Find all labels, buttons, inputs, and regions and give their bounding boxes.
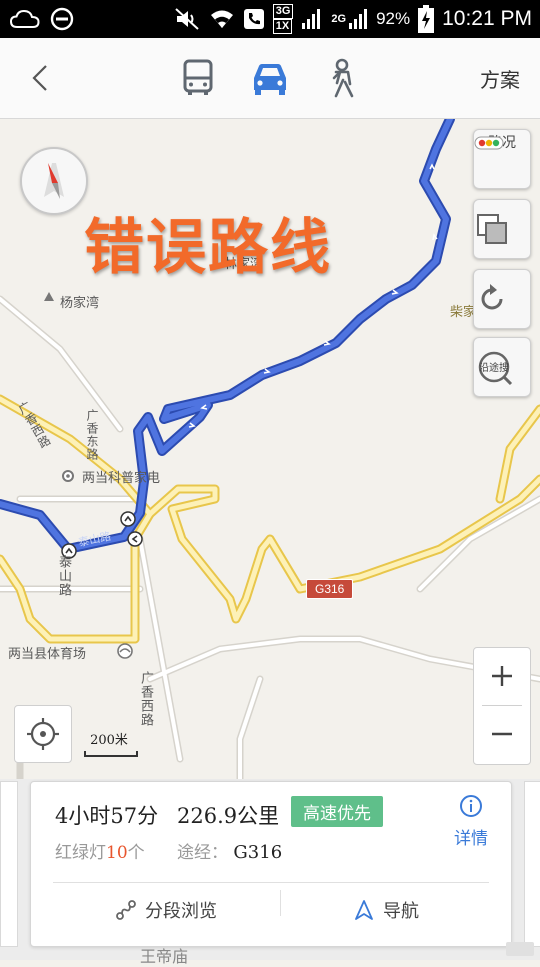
search-along-button[interactable]: 沿途搜 (473, 337, 531, 397)
phone-icon (243, 9, 264, 29)
place-label-yangjiawan: 杨家湾 (60, 296, 100, 311)
zoom-in-button[interactable] (474, 648, 530, 705)
network-1x-label: 1X (272, 19, 293, 34)
info-icon (460, 795, 482, 817)
road-label-taishan: 泰山路 (56, 555, 71, 597)
place-label-stadium: 两当县体育场 (8, 647, 87, 662)
next-route-card[interactable] (524, 781, 540, 947)
card-divider (53, 882, 489, 883)
cloud-icon (10, 9, 40, 28)
route-panel: 4小时57分 226.9公里 高速优先 红绿灯10个 途经： G316 详情 分… (0, 779, 540, 966)
clock: 10:21 PM (442, 7, 532, 30)
plan-button[interactable]: 方案 (480, 64, 520, 93)
lights-prefix: 红绿灯 (55, 843, 106, 863)
lights-suffix: 个 (127, 843, 145, 863)
traffic-lights-info: 红绿灯10个 (55, 838, 145, 863)
route-mode-bar: 方案 (0, 38, 540, 119)
signal-icon (302, 9, 321, 29)
wifi-icon (210, 10, 233, 28)
locate-button[interactable] (14, 705, 72, 763)
road-label-guangxiang-west-bottom: 广香西路 (138, 671, 153, 727)
do-not-disturb-icon (50, 7, 74, 31)
button-divider (280, 890, 281, 916)
map-view[interactable]: 林家湾 杨家湾 柴家窑 两当科普家电 两当县体育场 广香东路 广香西路 广香西路… (0, 119, 540, 779)
battery-percent: 92% (376, 9, 411, 28)
via-road: G316 (233, 842, 283, 863)
via-info: 途经： G316 (177, 838, 282, 863)
status-bar: 3G 1X 2G 92% 10:21 PM (0, 0, 540, 38)
zoom-control (473, 647, 531, 765)
compass-icon (44, 163, 64, 199)
network-3g: 3G 1X (272, 4, 294, 34)
mute-icon (175, 8, 199, 30)
traffic-light-icon (474, 136, 504, 150)
lights-count: 10 (106, 843, 128, 863)
previous-route-card[interactable] (0, 781, 18, 947)
network-3g-label: 3G (272, 4, 294, 19)
map-peek-label: 王帝庙 (140, 947, 189, 966)
route-preference-badge: 高速优先 (291, 796, 383, 827)
village-poi-icon (44, 292, 54, 301)
layers-button[interactable] (473, 199, 531, 259)
compass-button[interactable] (20, 147, 88, 215)
crosshair-icon (27, 718, 59, 750)
bus-mode-icon[interactable] (176, 56, 220, 100)
place-label-shop: 两当科普家电 (82, 471, 161, 486)
overlay-title: 错误路线 (84, 213, 332, 283)
segment-icon (116, 900, 136, 920)
segment-browse-label: 分段浏览 (145, 901, 217, 922)
signal-2g-icon (349, 9, 368, 29)
navigate-button[interactable]: 导航 (353, 894, 419, 926)
via-label: 途经： (177, 843, 228, 863)
search-along-label: 沿途搜 (479, 361, 509, 374)
route-duration: 4小时57分 (55, 804, 159, 828)
refresh-button[interactable] (473, 269, 531, 329)
highway-shield-g316: G316 (306, 579, 354, 599)
segment-browse-button[interactable]: 分段浏览 (115, 894, 217, 926)
battery-charging-icon (418, 5, 435, 33)
network-2g-label: 2G (331, 13, 347, 25)
zoom-out-button[interactable] (474, 706, 530, 763)
scale-bar (84, 751, 138, 757)
walk-mode-icon[interactable] (320, 56, 364, 100)
refresh-icon (481, 284, 503, 310)
watermark (506, 942, 534, 956)
route-card[interactable]: 4小时57分 226.9公里 高速优先 红绿灯10个 途经： G316 详情 分… (30, 781, 512, 947)
detail-button[interactable]: 详情 (443, 794, 499, 849)
back-button[interactable] (24, 58, 60, 98)
search-along-icon: 沿途搜 (478, 351, 513, 386)
car-mode-icon[interactable] (248, 56, 292, 100)
detail-label: 详情 (454, 829, 488, 849)
traffic-button[interactable]: 路况 (473, 129, 531, 189)
route-distance: 226.9公里 (177, 804, 280, 828)
scale-label: 200米 (90, 733, 128, 748)
layers-icon (477, 214, 507, 244)
road-label-guangxiang-east: 广香东路 (85, 409, 99, 461)
navigation-arrow-icon (355, 900, 373, 920)
navigate-label: 导航 (383, 901, 419, 922)
